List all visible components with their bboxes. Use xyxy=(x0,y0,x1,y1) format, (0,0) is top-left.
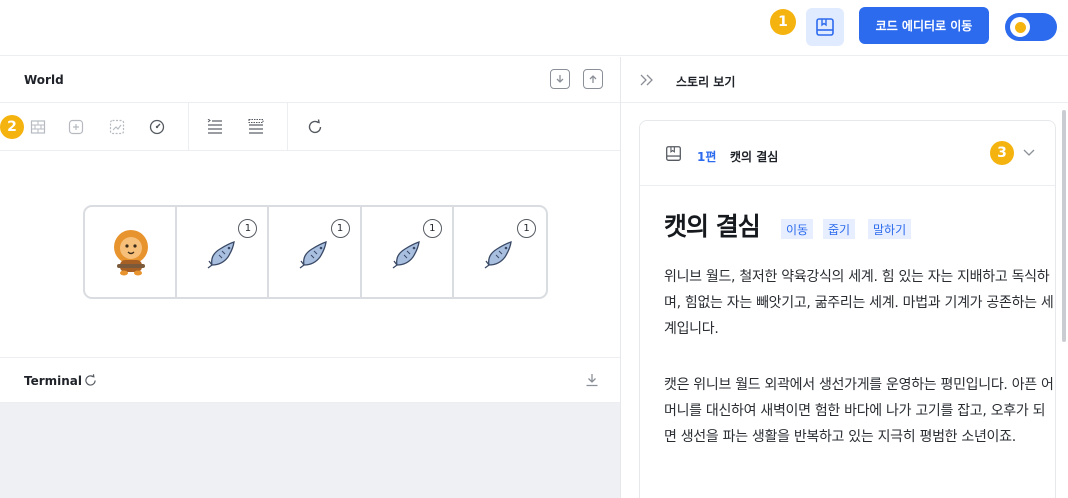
world-grid: 1 1 1 1 xyxy=(83,205,548,299)
speed-icon[interactable] xyxy=(147,117,167,137)
book-icon xyxy=(666,146,681,161)
fish-icon xyxy=(392,241,420,269)
story-panel-title: 스토리 보기 xyxy=(676,75,736,89)
top-bar: 1 코드 에디터로 이동 xyxy=(0,0,1068,56)
tag-say[interactable]: 말하기 xyxy=(868,219,912,239)
fish-icon xyxy=(484,241,512,269)
world-title: World xyxy=(24,73,64,87)
episode-number: 1편 xyxy=(697,150,717,164)
story-card: 1편 캣의 결심 3 캣의 결심 이동 줍기 말하기 위니브 월드, 철저한 약… xyxy=(639,120,1056,498)
go-to-code-editor-button[interactable]: 코드 에디터로 이동 xyxy=(859,7,989,44)
terminal-title: Terminal xyxy=(24,374,83,388)
terminal-header: Terminal xyxy=(0,357,620,403)
code-lines-icon[interactable] xyxy=(205,117,225,137)
story-book-button[interactable] xyxy=(806,8,844,46)
chevron-down-icon[interactable] xyxy=(1023,149,1035,157)
item-count-badge: 1 xyxy=(238,219,258,238)
terminal-refresh-icon[interactable] xyxy=(83,373,98,388)
fish-icon xyxy=(207,241,235,269)
tag-pick[interactable]: 줍기 xyxy=(823,219,856,239)
theme-toggle[interactable] xyxy=(1005,13,1057,41)
grid-cell[interactable]: 1 xyxy=(177,207,270,297)
lion-character-icon xyxy=(114,230,148,276)
collapse-panel-icon[interactable] xyxy=(640,74,654,86)
toolbar-divider xyxy=(287,103,288,151)
grid-cell[interactable]: 1 xyxy=(454,207,546,297)
reset-icon[interactable] xyxy=(305,117,325,137)
wall-icon[interactable] xyxy=(28,117,48,137)
story-header: 스토리 보기 xyxy=(621,57,1068,103)
sun-icon xyxy=(1014,21,1026,33)
world-toolbar: 2 xyxy=(0,103,620,151)
panel-divider[interactable] xyxy=(620,57,621,498)
image-icon[interactable] xyxy=(107,117,127,137)
story-heading: 캣의 결심 xyxy=(664,212,761,241)
upload-world-icon[interactable] xyxy=(583,69,603,89)
text-lines-icon[interactable] xyxy=(246,117,266,137)
item-count-badge: 1 xyxy=(422,219,442,238)
item-count-badge: 1 xyxy=(330,219,350,238)
download-world-icon[interactable] xyxy=(550,69,570,89)
add-item-icon[interactable] xyxy=(66,117,86,137)
story-paragraph: 위니브 월드, 철저한 약육강식의 세계. 힘 있는 자는 지배하고 독식하며,… xyxy=(664,269,1054,337)
grid-cell[interactable]: 1 xyxy=(269,207,362,297)
terminal-download-icon[interactable] xyxy=(585,373,599,387)
story-paragraph: 캣은 위니브 월드 외곽에서 생선가게를 운영하는 평민입니다. 아픈 어머니를… xyxy=(664,377,1054,445)
badge-3: 3 xyxy=(990,141,1014,165)
grid-cell[interactable] xyxy=(85,207,178,297)
story-scrollbar[interactable] xyxy=(1062,110,1066,342)
toggle-knob xyxy=(1010,17,1030,37)
item-count-badge: 1 xyxy=(517,219,536,238)
terminal-output[interactable] xyxy=(0,403,620,498)
episode-title: 캣의 결심 xyxy=(730,150,779,164)
badge-1: 1 xyxy=(770,9,796,35)
world-header: World xyxy=(0,57,620,103)
grid-cell[interactable]: 1 xyxy=(362,207,454,297)
badge-2: 2 xyxy=(0,115,24,139)
world-panel: World 2 1 1 1 1 Terminal xyxy=(0,57,620,498)
book-icon xyxy=(816,18,834,36)
tag-move[interactable]: 이동 xyxy=(781,219,814,239)
fish-icon xyxy=(300,241,328,269)
toolbar-divider xyxy=(188,103,189,151)
episode-header[interactable]: 1편 캣의 결심 3 xyxy=(640,121,1055,186)
